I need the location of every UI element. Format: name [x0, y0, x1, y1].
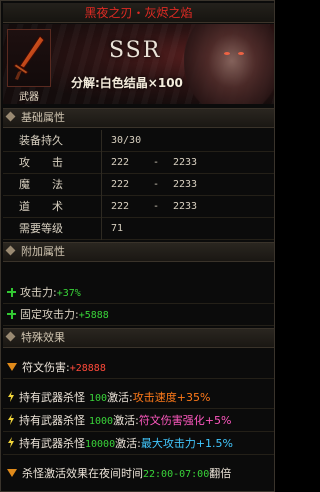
stat-dash: -: [153, 201, 160, 212]
section-extra-stats: 附加属性: [3, 242, 274, 262]
stat-max: 2233: [173, 201, 198, 212]
stat-label: 需要等级: [19, 222, 63, 235]
stat-max: 2233: [173, 157, 198, 168]
item-name: 黑夜之刃・灰烬之焰: [3, 3, 274, 23]
stat-label: 魔法: [19, 178, 85, 191]
stat-label: 装备持久: [19, 134, 63, 147]
item-tooltip: 黑夜之刃・灰烬之焰 武器 SSR 分解:白色结晶×100 基础属性 装备持久 3…: [0, 0, 275, 492]
special-kill-10000: 持有武器杀怪10000激活:最大攻击力+1.5%: [3, 433, 274, 455]
stat-row-level: 需要等级 71: [3, 218, 274, 240]
stat-min: 222: [111, 201, 130, 212]
sword-icon: [13, 35, 45, 80]
lightning-icon: [8, 414, 14, 425]
stat-row-magic: 魔法 222 - 2233: [3, 174, 274, 196]
special-night-bonus: 杀怪激活效果在夜间时间22:00-07:00翻倍: [3, 463, 274, 485]
stat-label: 道术: [19, 200, 85, 213]
stat-row-attack: 攻击 222 - 2233: [3, 152, 274, 174]
plus-icon: [7, 288, 16, 297]
diamond-icon: [5, 111, 16, 122]
stat-min: 222: [111, 179, 130, 190]
item-icon-slot[interactable]: [7, 29, 51, 87]
decompose-info: 分解:白色结晶×100: [71, 76, 183, 90]
stat-row-durability: 装备持久 30/30: [3, 130, 274, 152]
extra-stat-attack-percent: 攻击力:+37%: [3, 282, 274, 304]
item-header: 武器 SSR 分解:白色结晶×100: [3, 24, 274, 104]
lightning-icon: [8, 391, 14, 402]
lightning-icon: [8, 437, 14, 448]
stat-min: 222: [111, 157, 130, 168]
special-rune-damage: 符文伤害:+28888: [3, 357, 274, 379]
diamond-icon: [5, 331, 16, 342]
stat-max: 2233: [173, 179, 198, 190]
slot-label: 武器: [19, 92, 39, 103]
stat-dash: -: [153, 179, 160, 190]
stat-value: 30/30: [111, 135, 142, 146]
stat-label: 攻击: [19, 156, 85, 169]
diamond-icon: [5, 245, 16, 256]
rarity-badge: SSR: [109, 38, 162, 63]
extra-stat-fixed-attack: 固定攻击力:+5888: [3, 304, 274, 326]
stat-row-tao: 道术 222 - 2233: [3, 196, 274, 218]
section-special: 特殊效果: [3, 328, 274, 348]
character-portrait: [184, 24, 274, 104]
plus-icon: [7, 310, 16, 319]
triangle-icon: [7, 469, 17, 477]
special-kill-1000: 持有武器杀怪 1000激活:符文伤害强化+5%: [3, 410, 274, 432]
special-kill-100: 持有武器杀怪 100激活:攻击速度+35%: [3, 387, 274, 409]
triangle-icon: [7, 363, 17, 371]
stat-dash: -: [153, 157, 160, 168]
stat-value: 71: [111, 223, 124, 234]
section-base-stats: 基础属性: [3, 108, 274, 128]
